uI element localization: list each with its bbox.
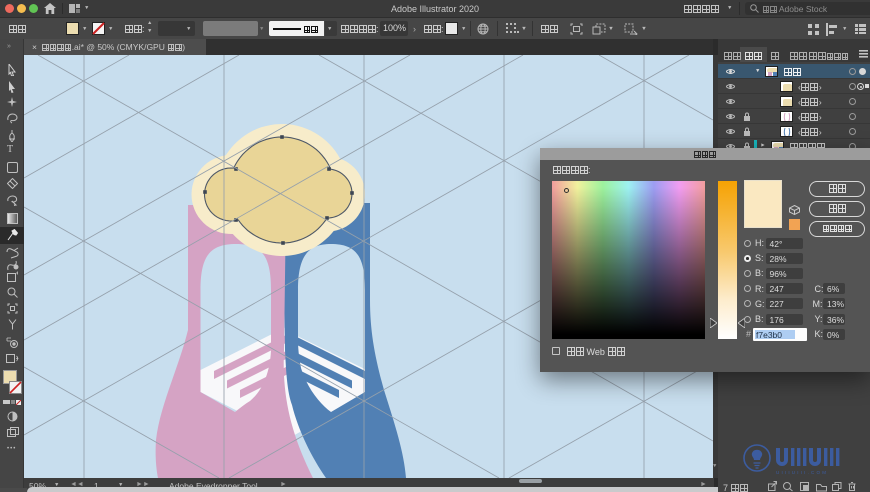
svg-text:UIIIUIII.COM: UIIIUIII.COM — [776, 470, 828, 475]
